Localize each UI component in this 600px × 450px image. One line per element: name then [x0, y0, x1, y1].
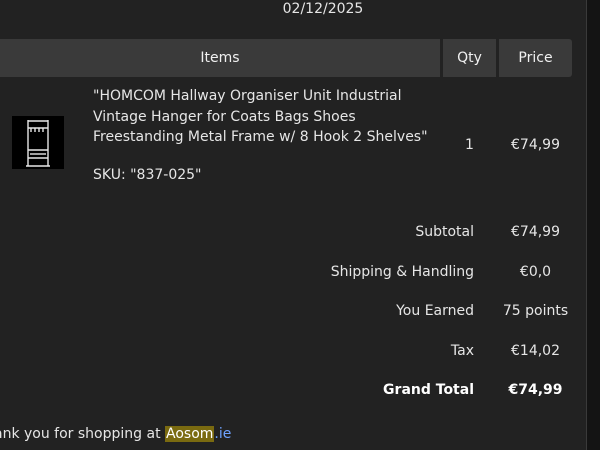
order-date: 02/12/2025	[282, 1, 364, 17]
product-thumbnail[interactable]	[12, 116, 64, 169]
coat-rack-icon	[26, 120, 50, 167]
tax-label: Tax	[450, 343, 474, 359]
product-name[interactable]: "HOMCOM Hallway Organiser Unit Industria…	[93, 86, 443, 148]
grand-total-label: Grand Total	[383, 382, 474, 398]
order-email-panel: 02/12/2025 Items Qty Price "HOMCOM Hallw…	[0, 0, 586, 450]
earned-points-value: 75 points	[502, 303, 569, 319]
subtotal-value: €74,99	[511, 224, 560, 240]
price-column-header: Price	[499, 39, 572, 77]
items-column-header: Items	[0, 39, 440, 77]
thank-you-text: ank you for shopping at	[0, 426, 166, 442]
brand-name-highlight[interactable]: Aosom	[165, 426, 215, 442]
panel-divider	[586, 0, 587, 450]
brand-domain-link[interactable]: .ie	[214, 426, 231, 442]
thank-you-message: ank you for shopping at Aosom.ie	[0, 424, 231, 444]
product-price: €74,99	[511, 137, 560, 153]
tax-value: €14,02	[511, 343, 560, 359]
grand-total-value: €74,99	[508, 382, 563, 398]
earned-points-label: You Earned	[396, 303, 474, 319]
shipping-label: Shipping & Handling	[330, 264, 474, 280]
qty-column-header: Qty	[443, 39, 496, 77]
subtotal-label: Subtotal	[415, 224, 474, 240]
shipping-value: €0,0	[519, 264, 552, 280]
product-qty: 1	[465, 137, 474, 153]
product-sku: SKU: "837-025"	[93, 167, 202, 183]
